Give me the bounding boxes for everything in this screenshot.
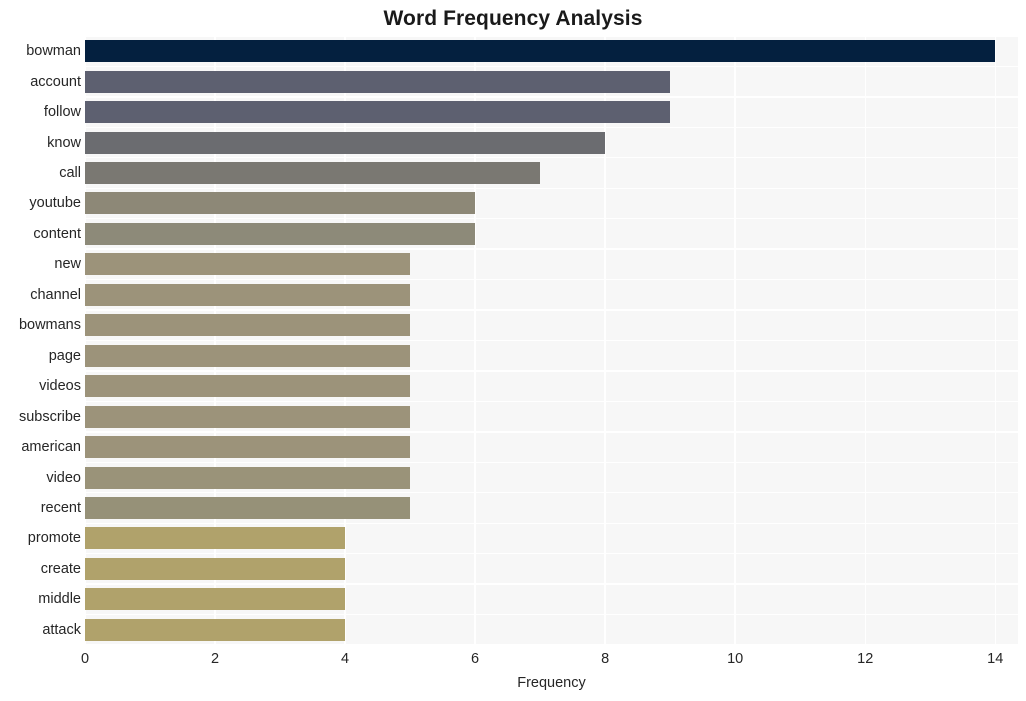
bar xyxy=(85,466,411,489)
y-axis-tick-label: channel xyxy=(30,286,81,303)
bar xyxy=(85,283,411,306)
y-axis-tick-label: videos xyxy=(39,378,81,395)
gridline-horizontal xyxy=(85,613,1018,616)
y-axis-tick-label: page xyxy=(48,347,81,364)
gridline-horizontal xyxy=(85,431,1018,433)
y-axis-tick-label: bowmans xyxy=(18,317,81,334)
x-axis-tick-label: 0 xyxy=(80,651,90,667)
bar xyxy=(85,436,411,459)
bar xyxy=(85,131,606,154)
bar xyxy=(85,588,346,611)
y-axis-tick-label: know xyxy=(47,134,81,151)
gridline-horizontal xyxy=(85,583,1018,585)
y-axis-tick-label: attack xyxy=(42,621,81,638)
y-axis-tick-label: video xyxy=(46,469,81,486)
y-axis-tick-label: promote xyxy=(27,530,81,547)
bar xyxy=(85,405,411,428)
y-axis-tick-label: follow xyxy=(43,104,81,121)
bar xyxy=(85,162,541,185)
bar xyxy=(85,375,411,398)
y-axis-tick-label: new xyxy=(54,256,81,273)
y-axis-tick-label: bowman xyxy=(26,43,81,60)
x-axis-tick-label: 10 xyxy=(727,651,744,667)
gridline-horizontal xyxy=(85,157,1018,159)
bar xyxy=(85,527,346,550)
gridline-horizontal xyxy=(85,218,1018,220)
y-axis-tick-label: content xyxy=(33,225,81,242)
bar xyxy=(85,557,346,580)
y-axis-tick-label: youtube xyxy=(29,195,81,212)
bar xyxy=(85,40,996,63)
y-axis-tick-label: american xyxy=(21,439,81,456)
x-axis-tick-label: 2 xyxy=(210,651,220,667)
gridline-horizontal xyxy=(85,248,1018,250)
x-axis-tick-label: 8 xyxy=(601,651,610,667)
gridline-horizontal xyxy=(85,339,1018,342)
y-axis-tick-label: call xyxy=(59,165,81,182)
plot-area xyxy=(85,36,1018,645)
x-axis-tick-label: 6 xyxy=(471,651,480,667)
gridline-horizontal xyxy=(85,278,1018,281)
gridline-horizontal xyxy=(85,65,1018,68)
y-axis-tick-labels: bowman account follow know call youtube conten… xyxy=(0,36,81,645)
word-frequency-chart-figure: Word Frequency Analysis bowman account fol… xyxy=(0,0,1026,701)
bar xyxy=(85,222,476,245)
bar xyxy=(85,70,671,93)
gridline-horizontal xyxy=(85,126,1018,129)
bar xyxy=(85,192,476,215)
chart-title: Word Frequency Analysis xyxy=(383,7,643,30)
x-axis-label: Frequency xyxy=(517,675,586,691)
y-axis-tick-label: recent xyxy=(40,499,81,516)
bar xyxy=(85,253,411,276)
x-axis-tick-label: 4 xyxy=(341,651,350,667)
gridline-horizontal xyxy=(85,400,1018,403)
bar xyxy=(85,101,671,124)
y-axis-tick-label: subscribe xyxy=(18,408,81,425)
gridline-horizontal xyxy=(85,187,1018,189)
gridline-horizontal xyxy=(85,522,1018,524)
bar xyxy=(85,618,346,641)
bar xyxy=(85,344,411,367)
gridline-horizontal xyxy=(85,492,1018,494)
x-axis-tick-label: 14 xyxy=(987,651,1004,667)
gridline-horizontal xyxy=(85,309,1018,311)
bar xyxy=(85,496,411,519)
gridline-horizontal xyxy=(85,370,1018,372)
y-axis-tick-label: create xyxy=(40,560,81,577)
x-axis-tick-labels: 0 2 4 6 8 10 12 14 xyxy=(0,650,1026,670)
y-axis-tick-label: middle xyxy=(38,591,81,608)
x-axis-tick-label: 12 xyxy=(857,651,874,667)
gridline-horizontal xyxy=(85,644,1018,645)
gridline-horizontal xyxy=(85,36,1018,37)
gridline-horizontal xyxy=(85,461,1018,463)
gridline-horizontal xyxy=(85,552,1018,555)
gridline-horizontal xyxy=(85,96,1018,98)
bar xyxy=(85,314,411,337)
y-axis-tick-label: account xyxy=(30,73,81,90)
